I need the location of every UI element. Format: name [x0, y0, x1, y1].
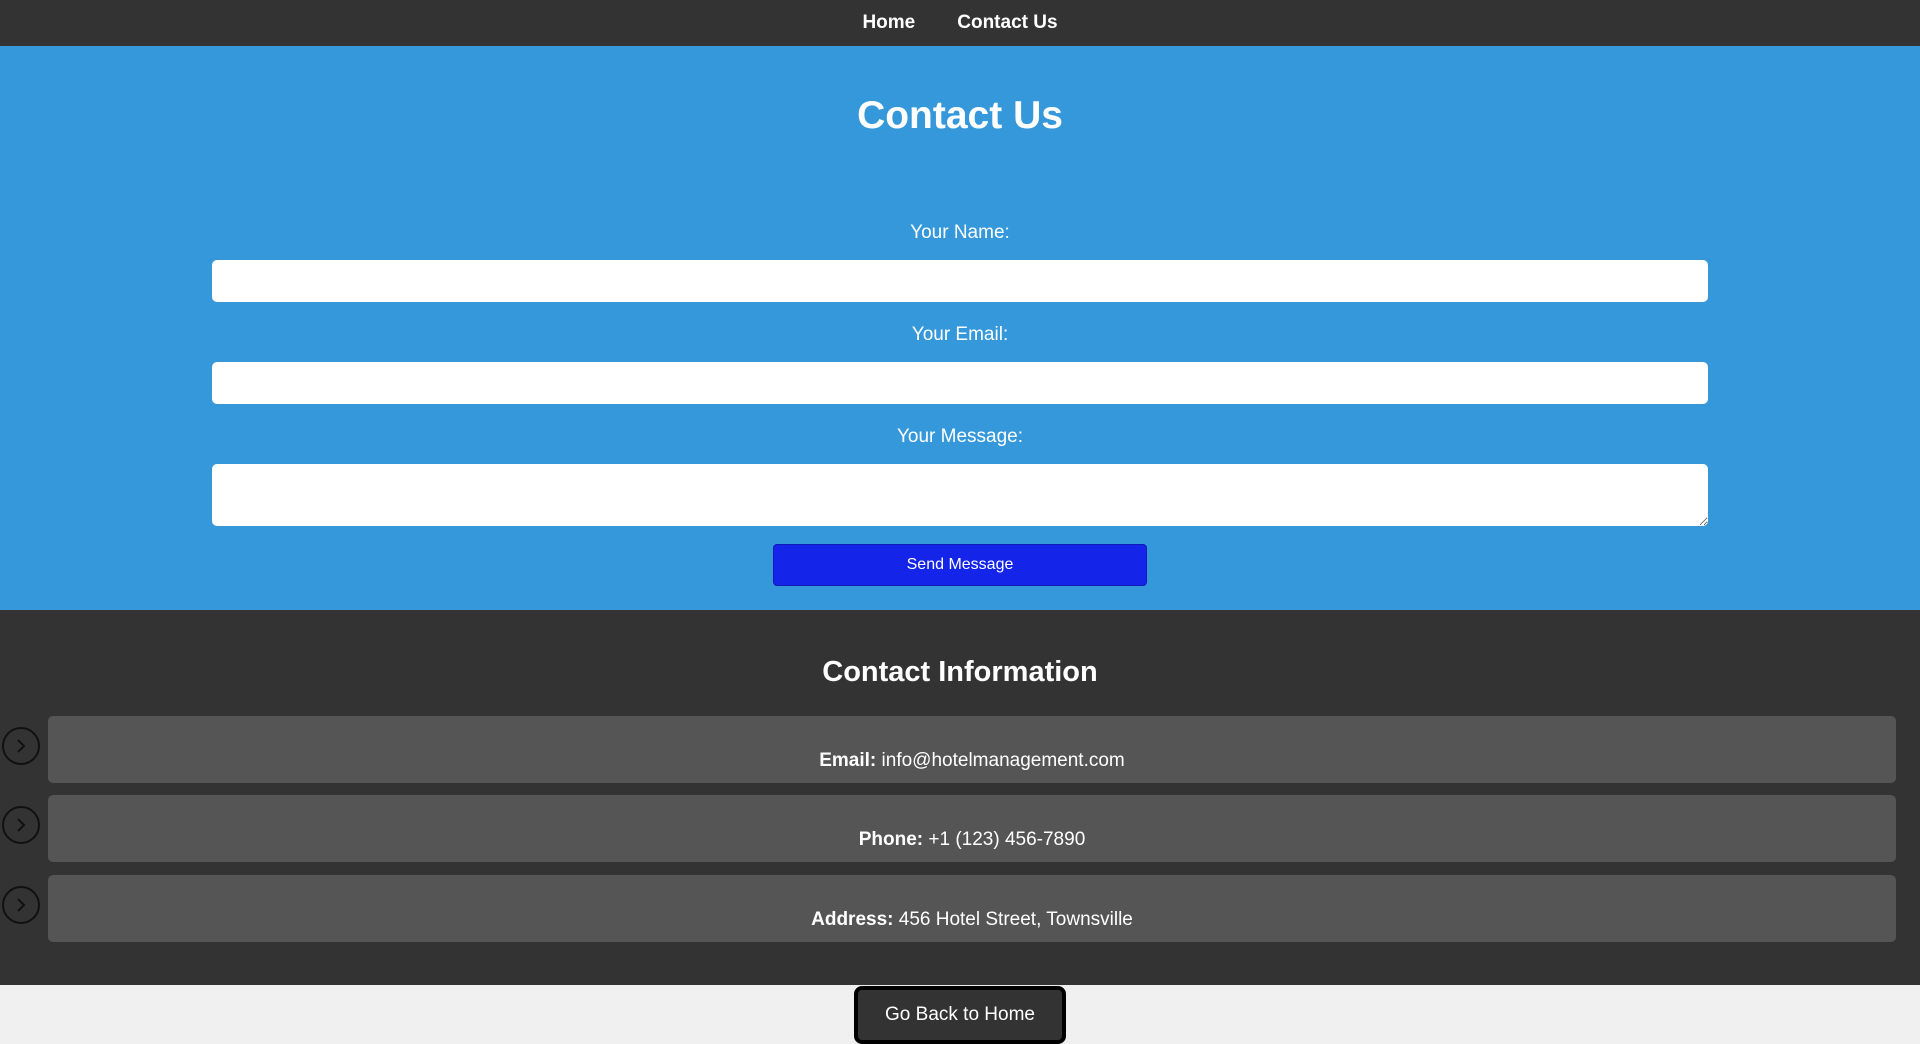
- go-back-home-button[interactable]: Go Back to Home: [854, 986, 1066, 1044]
- nav-link-contact-us[interactable]: Contact Us: [957, 12, 1057, 34]
- message-textarea[interactable]: [212, 464, 1708, 526]
- message-label: Your Message:: [896, 426, 1024, 447]
- phone-value: +1 (123) 456-7890: [928, 829, 1086, 850]
- chevron-right-icon[interactable]: [2, 806, 40, 844]
- chevron-right-icon[interactable]: [2, 727, 40, 765]
- chevron-right-icon[interactable]: [2, 886, 40, 924]
- contact-info-row-email: Email: info@hotelmanagement.com: [0, 716, 1920, 783]
- contact-info-email: Email: info@hotelmanagement.com: [48, 716, 1896, 783]
- contact-info-row-phone: Phone: +1 (123) 456-7890: [0, 795, 1920, 862]
- contact-info-address: Address: 456 Hotel Street, Townsville: [48, 875, 1896, 942]
- name-input[interactable]: [212, 260, 1708, 302]
- send-message-button[interactable]: Send Message: [773, 544, 1147, 586]
- page-title: Contact Us: [857, 94, 1063, 137]
- contact-information-title: Contact Information: [822, 656, 1098, 688]
- email-key: Email:: [819, 750, 877, 771]
- name-label: Your Name:: [910, 222, 1010, 243]
- contact-info-row-address: Address: 456 Hotel Street, Townsville: [0, 875, 1920, 942]
- contact-form-section: Contact Us Your Name: Your Email: Your M…: [0, 46, 1920, 610]
- email-label: Your Email:: [911, 324, 1009, 345]
- contact-info-phone: Phone: +1 (123) 456-7890: [48, 795, 1896, 862]
- email-input[interactable]: [212, 362, 1708, 404]
- nav-link-home[interactable]: Home: [862, 12, 915, 34]
- top-navigation: Home Contact Us: [0, 0, 1920, 46]
- address-value: 456 Hotel Street, Townsville: [898, 909, 1133, 930]
- address-key: Address:: [811, 909, 894, 930]
- email-value: info@hotelmanagement.com: [881, 750, 1125, 771]
- contact-information-section: Contact Information Email: info@hotelman…: [0, 610, 1920, 985]
- phone-key: Phone:: [858, 829, 924, 850]
